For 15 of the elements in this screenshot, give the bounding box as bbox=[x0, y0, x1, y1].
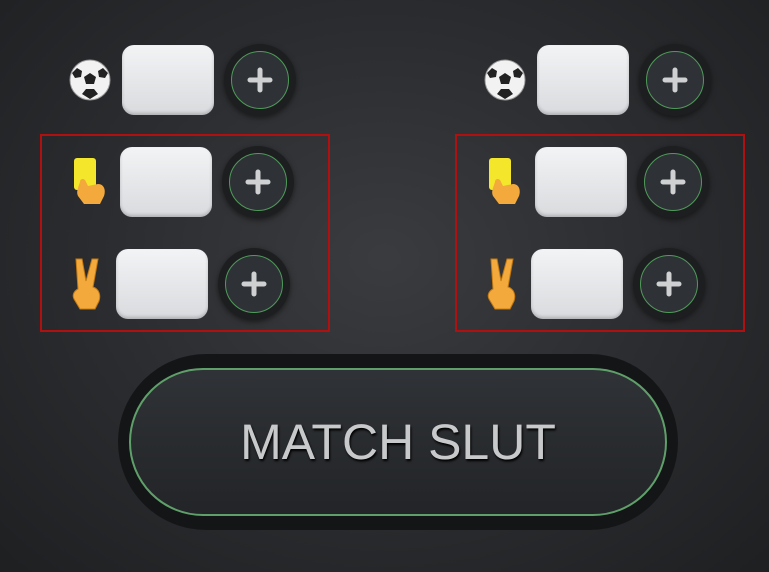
input-field[interactable] bbox=[122, 45, 214, 115]
input-field[interactable] bbox=[537, 45, 629, 115]
plus-icon bbox=[662, 67, 688, 93]
plus-icon bbox=[245, 169, 271, 195]
soccer-ball-icon bbox=[483, 58, 527, 102]
input-field[interactable] bbox=[535, 147, 627, 217]
plus-icon bbox=[656, 271, 682, 297]
plus-icon bbox=[660, 169, 686, 195]
plus-icon bbox=[247, 67, 273, 93]
input-field[interactable] bbox=[120, 147, 212, 217]
soccer-ball-icon bbox=[68, 58, 112, 102]
input-field[interactable] bbox=[116, 249, 208, 319]
plus-icon bbox=[241, 271, 267, 297]
input-field[interactable] bbox=[531, 249, 623, 319]
match-end-button[interactable]: MATCH SLUT bbox=[129, 368, 667, 516]
